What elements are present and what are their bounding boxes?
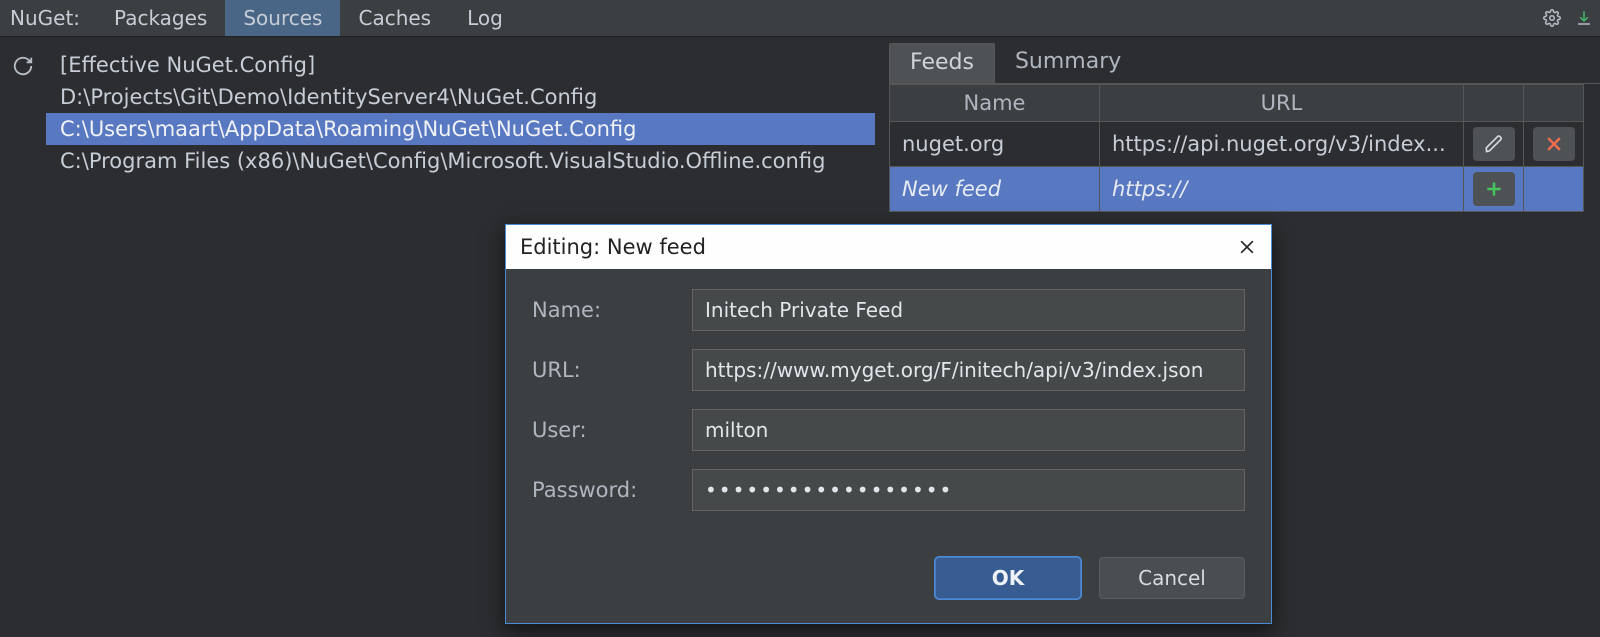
nuget-title: NuGet: [0,0,96,36]
tab-sources[interactable]: Sources [225,0,340,36]
url-label: URL: [532,358,692,382]
config-row[interactable]: C:\Program Files (x86)\NuGet\Config\Micr… [46,145,875,177]
subtab-feeds[interactable]: Feeds [889,43,995,83]
table-header-row: Name URL [890,85,1584,122]
top-tabs: Packages Sources Caches Log [96,0,521,36]
password-input[interactable] [692,469,1245,511]
user-input[interactable] [692,409,1245,451]
ok-button[interactable]: OK [935,557,1081,599]
left-gutter [0,37,46,637]
password-label: Password: [532,478,692,502]
feed-name: New feed [890,167,1100,212]
tab-packages[interactable]: Packages [96,0,225,36]
name-input[interactable] [692,289,1245,331]
delete-x-icon[interactable] [1533,127,1575,161]
col-url: URL [1100,85,1464,122]
name-label: Name: [532,298,692,322]
dialog-body: Name: URL: User: Password: [506,269,1271,535]
col-edit [1464,85,1524,122]
user-label: User: [532,418,692,442]
config-row[interactable]: C:\Users\maart\AppData\Roaming\NuGet\NuG… [46,113,875,145]
feed-url: https:// [1100,167,1464,212]
close-icon[interactable] [1237,237,1257,257]
tab-caches[interactable]: Caches [340,0,449,36]
dialog-titlebar: Editing: New feed [506,225,1271,269]
tab-log[interactable]: Log [449,0,521,36]
feed-name: nuget.org [890,122,1100,167]
edit-pencil-icon[interactable] [1473,127,1515,161]
config-row[interactable]: D:\Projects\Git\Demo\IdentityServer4\NuG… [46,81,875,113]
cancel-button[interactable]: Cancel [1099,557,1245,599]
feeds-subtabs: Feeds Summary [889,43,1600,84]
subtab-summary[interactable]: Summary [995,43,1141,83]
url-input[interactable] [692,349,1245,391]
settings-gear-icon[interactable] [1536,0,1568,36]
refresh-icon[interactable] [12,55,34,77]
add-plus-icon[interactable] [1473,172,1515,206]
feeds-table: Name URL nuget.org https://api.nuget.org… [889,84,1584,212]
dialog-footer: OK Cancel [506,535,1271,623]
config-row[interactable]: [Effective NuGet.Config] [46,49,875,81]
download-icon[interactable] [1568,0,1600,36]
feed-url: https://api.nuget.org/v3/index... [1100,122,1464,167]
col-name: Name [890,85,1100,122]
dialog-title: Editing: New feed [520,235,706,259]
col-delete [1524,85,1584,122]
table-row[interactable]: nuget.org https://api.nuget.org/v3/index… [890,122,1584,167]
nuget-toolbar: NuGet: Packages Sources Caches Log [0,0,1600,37]
edit-feed-dialog: Editing: New feed Name: URL: User: Passw… [505,224,1272,624]
table-row[interactable]: New feed https:// [890,167,1584,212]
